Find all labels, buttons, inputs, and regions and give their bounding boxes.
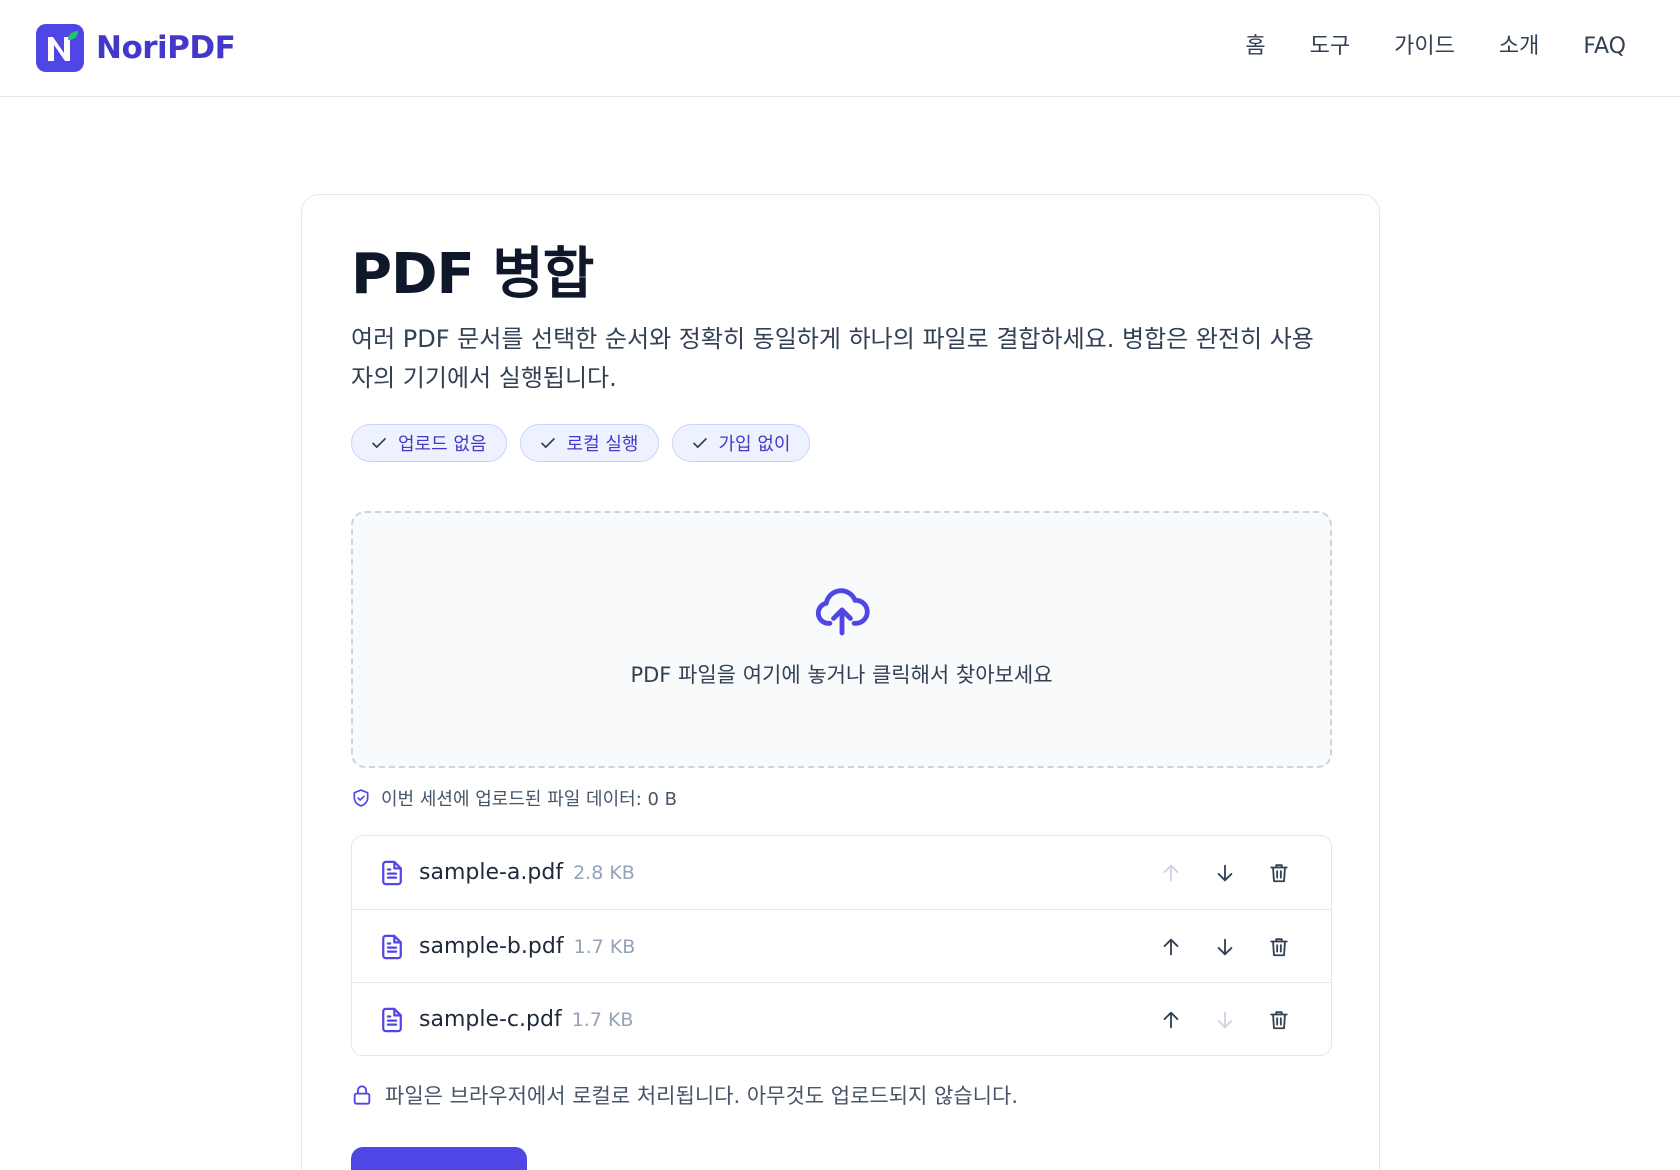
file-name-text: sample-c.pdf (419, 1007, 562, 1032)
trash-icon (1270, 864, 1288, 883)
arrow-up-icon (1163, 938, 1179, 955)
brand-logo[interactable]: NoriPDF (36, 24, 236, 72)
chip-no-signup: 가입 없이 (671, 424, 811, 462)
chip-no-upload: 업로드 없음 (351, 424, 507, 462)
brand-name: NoriPDF (96, 30, 236, 66)
session-upload-info: 이번 세션에 업로드된 파일 데이터: 0 B (351, 785, 677, 811)
local-processing-note: 파일은 브라우저에서 로컬로 처리됩니다. 아무것도 업로드되지 않습니다. (351, 1080, 1018, 1110)
arrow-down-icon (1217, 1011, 1233, 1029)
nav-about[interactable]: 소개 (1499, 30, 1539, 64)
move-down-button[interactable] (1210, 932, 1240, 962)
file-size: 1.7 KB (573, 935, 636, 958)
trash-icon (1270, 1011, 1288, 1030)
file-row: sample-c.pdf 1.7 KB (352, 983, 1331, 1055)
shield-check-icon (353, 789, 369, 807)
pdf-dropzone[interactable]: PDF 파일을 여기에 놓거나 클릭해서 찾아보세요 (351, 511, 1332, 768)
page-title: PDF 병합 (351, 242, 594, 307)
file-size: 2.8 KB (573, 862, 635, 884)
dropzone-text: PDF 파일을 여기에 놓거나 클릭해서 찾아보세요 (630, 663, 1053, 687)
lock-icon (353, 1085, 371, 1105)
file-name: sample-a.pdf 2.8 KB (419, 858, 635, 888)
file-row: sample-a.pdf 2.8 KB (352, 836, 1331, 910)
trash-icon (1270, 937, 1288, 956)
move-down-button[interactable] (1210, 858, 1240, 888)
local-note-text: 파일은 브라우저에서 로컬로 처리됩니다. 아무것도 업로드되지 않습니다. (385, 1084, 1018, 1108)
page-description: 여러 PDF 문서를 선택한 순서와 정확히 동일하게 하나의 파일로 결합하세… (351, 325, 1314, 392)
check-icon (540, 438, 555, 448)
merge-tool-card: PDF 병합 여러 PDF 문서를 선택한 순서와 정확히 동일하게 하나의 파… (301, 194, 1380, 1170)
file-row: sample-b.pdf 1.7 KB (352, 910, 1331, 983)
session-text: 이번 세션에 업로드된 파일 데이터: 0 B (381, 789, 678, 810)
delete-file-button[interactable] (1264, 1005, 1294, 1035)
merge-button[interactable] (351, 1147, 527, 1170)
arrow-up-icon (1163, 1011, 1179, 1029)
nav-home[interactable]: 홈 (1245, 30, 1265, 64)
file-name-text: sample-a.pdf (419, 860, 564, 885)
nav-tools[interactable]: 도구 (1310, 30, 1350, 64)
arrow-down-icon (1217, 864, 1233, 882)
nav-faq[interactable]: FAQ (1583, 30, 1626, 64)
file-name: sample-c.pdf 1.7 KB (419, 1005, 633, 1035)
chip-local-run: 로컬 실행 (519, 424, 659, 462)
file-document-icon (382, 860, 402, 886)
file-document-icon (382, 934, 402, 959)
move-up-button[interactable] (1156, 932, 1186, 962)
move-up-button[interactable] (1156, 1005, 1186, 1035)
move-up-button[interactable] (1156, 858, 1186, 888)
logo-icon (36, 24, 84, 72)
delete-file-button[interactable] (1264, 858, 1294, 888)
arrow-up-icon (1163, 864, 1179, 882)
file-name-text: sample-b.pdf (419, 933, 564, 959)
file-document-icon (382, 1007, 402, 1033)
cloud-upload-icon (815, 588, 870, 636)
arrow-down-icon (1217, 938, 1233, 955)
file-name: sample-b.pdf 1.7 KB (419, 932, 635, 962)
top-header: NoriPDF 홈 도구 가이드 소개 FAQ (0, 0, 1680, 97)
main-nav: 홈 도구 가이드 소개 FAQ (1245, 30, 1626, 64)
chip-label: 업로드 없음 (398, 434, 487, 455)
check-icon (372, 438, 386, 448)
check-icon (692, 438, 707, 448)
file-size: 1.7 KB (571, 1009, 634, 1031)
file-list: sample-a.pdf 2.8 KB sample-b.pdf 1.7 KB (351, 835, 1332, 1056)
nav-guide[interactable]: 가이드 (1394, 30, 1455, 64)
chip-label: 가입 없이 (718, 434, 791, 455)
delete-file-button[interactable] (1264, 932, 1294, 962)
chip-label: 로컬 실행 (566, 434, 639, 455)
move-down-button[interactable] (1210, 1005, 1240, 1035)
feature-chips: 업로드 없음 로컬 실행 가입 없이 (351, 424, 823, 462)
